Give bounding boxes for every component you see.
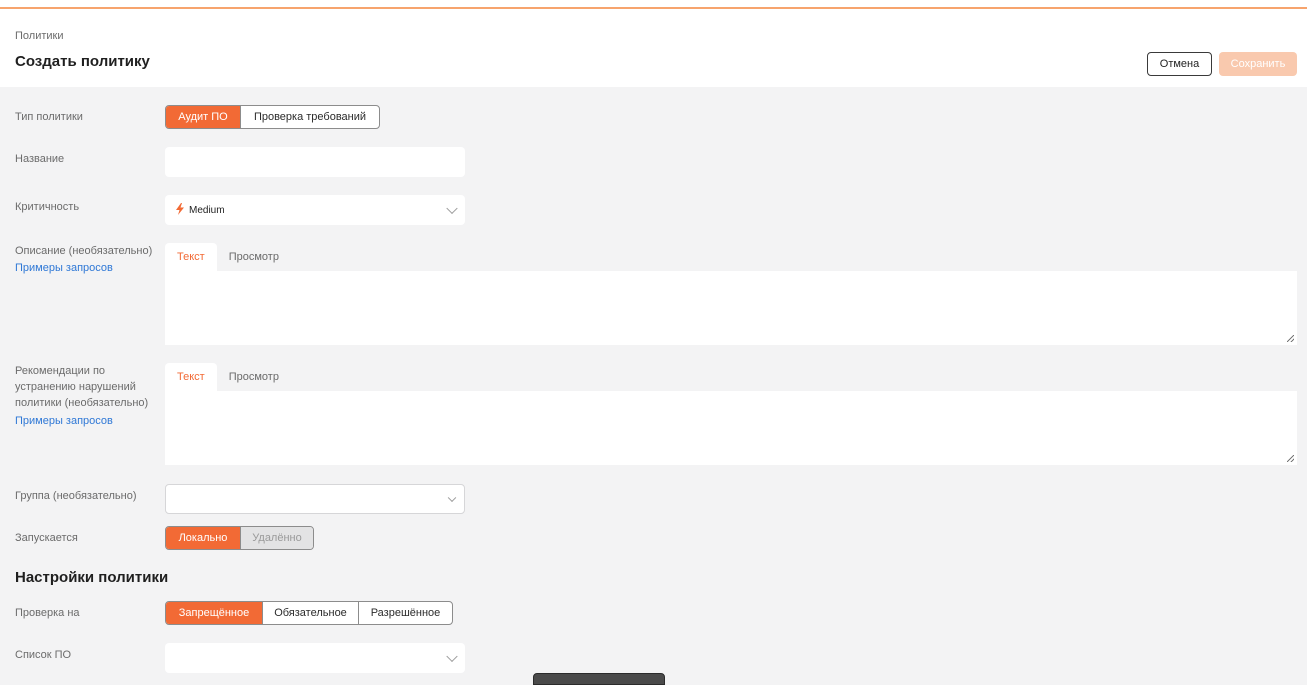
- check-for-option-forbidden[interactable]: Запрещённое: [166, 602, 262, 624]
- name-input[interactable]: [165, 147, 465, 177]
- policy-type-option-requirements[interactable]: Проверка требований: [240, 106, 379, 128]
- description-tabs: Текст Просмотр: [165, 243, 291, 271]
- policy-settings-title: Настройки политики: [15, 569, 169, 586]
- lightning-icon: [176, 203, 184, 215]
- severity-value-text: Medium: [189, 205, 225, 216]
- check-for-toggle: Запрещённое Обязательное Разрешённое: [165, 601, 453, 625]
- remediation-examples-link[interactable]: Примеры запросов: [15, 415, 113, 427]
- runs-option-remote: Удалённо: [240, 527, 313, 549]
- software-list-label: Список ПО: [15, 649, 72, 661]
- check-for-label: Проверка на: [15, 607, 80, 619]
- cancel-button[interactable]: Отмена: [1147, 52, 1212, 76]
- remediation-label-line1: Рекомендации по: [15, 365, 106, 377]
- breadcrumb[interactable]: Политики: [15, 30, 64, 42]
- description-tab-text[interactable]: Текст: [165, 243, 217, 271]
- name-label: Название: [15, 153, 65, 165]
- resize-grip-icon[interactable]: [1287, 335, 1294, 342]
- remediation-tabs: Текст Просмотр: [165, 363, 291, 391]
- software-list-select[interactable]: [165, 643, 465, 673]
- runs-label: Запускается: [15, 532, 78, 544]
- runs-toggle: Локально Удалённо: [165, 526, 314, 550]
- remediation-tab-text[interactable]: Текст: [165, 363, 217, 391]
- description-label: Описание (необязательно): [15, 245, 153, 257]
- description-examples-link[interactable]: Примеры запросов: [15, 262, 113, 274]
- chevron-down-icon: [447, 493, 457, 503]
- save-button[interactable]: Сохранить: [1219, 52, 1297, 76]
- page-header: Политики Создать политику Отмена Сохрани…: [0, 9, 1307, 87]
- policy-type-toggle: Аудит ПО Проверка требований: [165, 105, 380, 129]
- check-for-option-allowed[interactable]: Разрешённое: [358, 602, 452, 624]
- page-title: Создать политику: [15, 53, 150, 70]
- group-label: Группа (необязательно): [15, 490, 137, 502]
- runs-option-local[interactable]: Локально: [166, 527, 240, 549]
- group-select[interactable]: [165, 484, 465, 514]
- severity-value: Medium: [175, 203, 225, 216]
- chevron-down-icon: [446, 202, 458, 215]
- severity-label: Критичность: [15, 201, 80, 213]
- description-textarea[interactable]: [165, 271, 1297, 345]
- remediation-label-line3: политики (необязательно): [15, 397, 149, 409]
- remediation-label-line2: устранению нарушений: [15, 381, 136, 393]
- remediation-textarea[interactable]: [165, 391, 1297, 465]
- severity-select[interactable]: Medium: [165, 195, 465, 225]
- chevron-down-icon: [446, 650, 458, 663]
- check-for-option-required[interactable]: Обязательное: [262, 602, 358, 624]
- remediation-tab-preview[interactable]: Просмотр: [217, 363, 291, 391]
- floating-toolbar[interactable]: [533, 673, 665, 685]
- policy-type-option-audit[interactable]: Аудит ПО: [166, 106, 240, 128]
- policy-type-label: Тип политики: [15, 111, 83, 123]
- description-tab-preview[interactable]: Просмотр: [217, 243, 291, 271]
- resize-grip-icon[interactable]: [1287, 455, 1294, 462]
- top-accent-bar: [0, 0, 1307, 9]
